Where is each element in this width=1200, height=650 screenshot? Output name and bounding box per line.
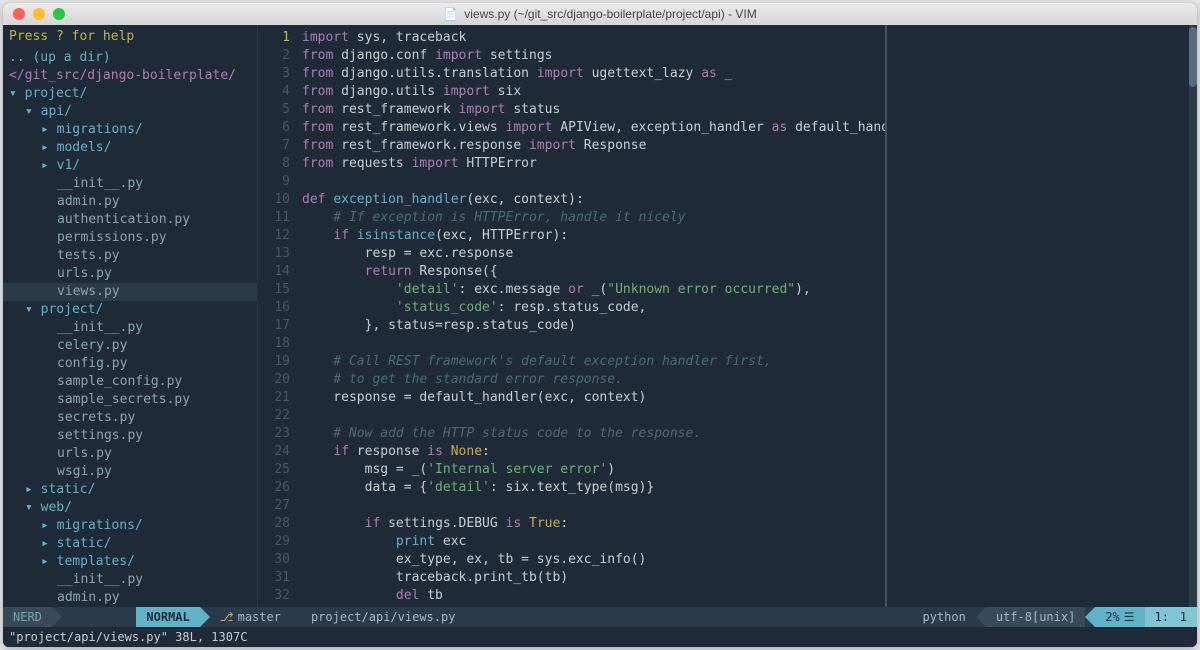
- tree-item[interactable]: ▾ web/: [3, 499, 257, 517]
- scrollbar[interactable]: [1189, 25, 1197, 607]
- gutter: 1234567891011121314151617181920212223242…: [258, 25, 298, 607]
- code-line[interactable]: # If exception is HTTPError, handle it n…: [302, 209, 881, 227]
- status-bar: NERD NORMAL ⎇ master project/api/views.p…: [3, 607, 1197, 627]
- code-line[interactable]: from rest_framework import status: [302, 101, 881, 119]
- tree-item[interactable]: __init__.py: [3, 319, 257, 337]
- code-line[interactable]: def exception_handler(exc, context):: [302, 191, 881, 209]
- right-split[interactable]: [885, 25, 1197, 607]
- tree-item[interactable]: ▸ templates/: [3, 553, 257, 571]
- code-line[interactable]: # Now add the HTTP status code to the re…: [302, 425, 881, 443]
- tree-item[interactable]: ▾ api/: [3, 103, 257, 121]
- tree-item[interactable]: permissions.py: [3, 229, 257, 247]
- titlebar: 📄 views.py (~/git_src/django-boilerplate…: [3, 3, 1197, 25]
- code-line[interactable]: ex_type, ex, tb = sys.exc_info(): [302, 551, 881, 569]
- tree-item[interactable]: urls.py: [3, 445, 257, 463]
- tree-item[interactable]: sample_config.py: [3, 373, 257, 391]
- code-line[interactable]: }, status=resp.status_code): [302, 317, 881, 335]
- code-line[interactable]: 'detail': exc.message or _("Unknown erro…: [302, 281, 881, 299]
- code-line[interactable]: from django.utils.translation import uge…: [302, 65, 881, 83]
- status-mode: NORMAL: [136, 607, 199, 627]
- editor-main: Press ? for help .. (up a dir) </git_src…: [3, 25, 1197, 607]
- tree-item[interactable]: sample_secrets.py: [3, 391, 257, 409]
- code-line[interactable]: [302, 407, 881, 425]
- branch-icon: ⎇: [220, 610, 238, 624]
- code-line[interactable]: del tb: [302, 587, 881, 605]
- minimize-icon[interactable]: [33, 8, 45, 20]
- tree-item[interactable]: tests.py: [3, 247, 257, 265]
- tree-item[interactable]: __init__.py: [3, 175, 257, 193]
- tree-item[interactable]: ▾ project/: [3, 301, 257, 319]
- command-line[interactable]: "project/api/views.py" 38L, 1307C: [3, 627, 1197, 647]
- tree-item[interactable]: wsgi.py: [3, 463, 257, 481]
- chevron-right-icon: [291, 607, 301, 627]
- code-line[interactable]: resp = exc.response: [302, 245, 881, 263]
- tree-item[interactable]: ▸ models/: [3, 139, 257, 157]
- chevron-right-icon: [200, 607, 210, 627]
- tree-item[interactable]: ▸ migrations/: [3, 121, 257, 139]
- status-percent: 2% ☰: [1095, 607, 1144, 627]
- tree-item[interactable]: settings.py: [3, 427, 257, 445]
- chevron-left-icon: [1085, 607, 1095, 627]
- code-line[interactable]: from django.utils import six: [302, 83, 881, 101]
- window-title: views.py (~/git_src/django-boilerplate/p…: [464, 7, 756, 21]
- code-line[interactable]: # to get the standard error response.: [302, 371, 881, 389]
- code-line[interactable]: from django.conf import settings: [302, 47, 881, 65]
- code-line[interactable]: from rest_framework.views import APIView…: [302, 119, 881, 137]
- code-line[interactable]: # Call REST framework's default exceptio…: [302, 353, 881, 371]
- window: 📄 views.py (~/git_src/django-boilerplate…: [3, 3, 1197, 647]
- code-line[interactable]: import sys, traceback: [302, 29, 881, 47]
- code-line[interactable]: data = {'detail': six.text_type(msg)}: [302, 479, 881, 497]
- code-line[interactable]: if settings.DEBUG is True:: [302, 515, 881, 533]
- tree-item[interactable]: celery.py: [3, 337, 257, 355]
- tree-item[interactable]: authentication.py: [3, 211, 257, 229]
- tree-item[interactable]: ▸ static/: [3, 481, 257, 499]
- code-line[interactable]: if isinstance(exc, HTTPError):: [302, 227, 881, 245]
- tree-item[interactable]: admin.py: [3, 589, 257, 607]
- tree-item[interactable]: urls.py: [3, 265, 257, 283]
- tree-item[interactable]: ▸ migrations/: [3, 517, 257, 535]
- tree-item[interactable]: admin.py: [3, 193, 257, 211]
- code-line[interactable]: 'status_code': resp.status_code,: [302, 299, 881, 317]
- code-line[interactable]: traceback.print_tb(tb): [302, 569, 881, 587]
- nerdtree-up[interactable]: .. (up a dir): [3, 49, 257, 67]
- tree-item[interactable]: __init__.py: [3, 571, 257, 589]
- nerdtree-help: Press ? for help: [3, 25, 257, 48]
- tree-item[interactable]: views.py: [3, 283, 257, 301]
- status-filetype: python: [912, 607, 975, 627]
- code-line[interactable]: [302, 335, 881, 353]
- code-line[interactable]: return Response({: [302, 263, 881, 281]
- document-icon: 📄: [443, 7, 458, 21]
- code-line[interactable]: [302, 173, 881, 191]
- code-pane[interactable]: 1234567891011121314151617181920212223242…: [258, 25, 885, 607]
- tree-item[interactable]: ▸ static/: [3, 535, 257, 553]
- nerdtree-panel[interactable]: Press ? for help .. (up a dir) </git_src…: [3, 25, 258, 607]
- tree-item[interactable]: config.py: [3, 355, 257, 373]
- code-line[interactable]: msg = _('Internal server error'): [302, 461, 881, 479]
- status-encoding: utf-8[unix]: [986, 607, 1085, 627]
- status-nerd: NERD: [3, 607, 52, 627]
- code-line[interactable]: response = default_handler(exc, context): [302, 389, 881, 407]
- code-line[interactable]: [302, 497, 881, 515]
- align-icon: ☰: [1120, 610, 1135, 624]
- status-branch: ⎇ master: [210, 607, 291, 627]
- chevron-right-icon: [52, 607, 62, 627]
- code-line[interactable]: print exc: [302, 533, 881, 551]
- tree-item[interactable]: ▾ project/: [3, 85, 257, 103]
- tree-item[interactable]: secrets.py: [3, 409, 257, 427]
- code-area[interactable]: import sys, tracebackfrom django.conf im…: [298, 25, 885, 607]
- nerdtree-root[interactable]: </git_src/django-boilerplate/: [3, 67, 257, 85]
- close-icon[interactable]: [13, 8, 25, 20]
- zoom-icon[interactable]: [53, 8, 65, 20]
- code-line[interactable]: from requests import HTTPError: [302, 155, 881, 173]
- code-line[interactable]: from rest_framework.response import Resp…: [302, 137, 881, 155]
- code-line[interactable]: if response is None:: [302, 443, 881, 461]
- status-line-col: 1:1: [1145, 607, 1197, 627]
- status-filepath: project/api/views.py: [301, 607, 466, 627]
- chevron-left-icon: [976, 607, 986, 627]
- tree-item[interactable]: ▸ v1/: [3, 157, 257, 175]
